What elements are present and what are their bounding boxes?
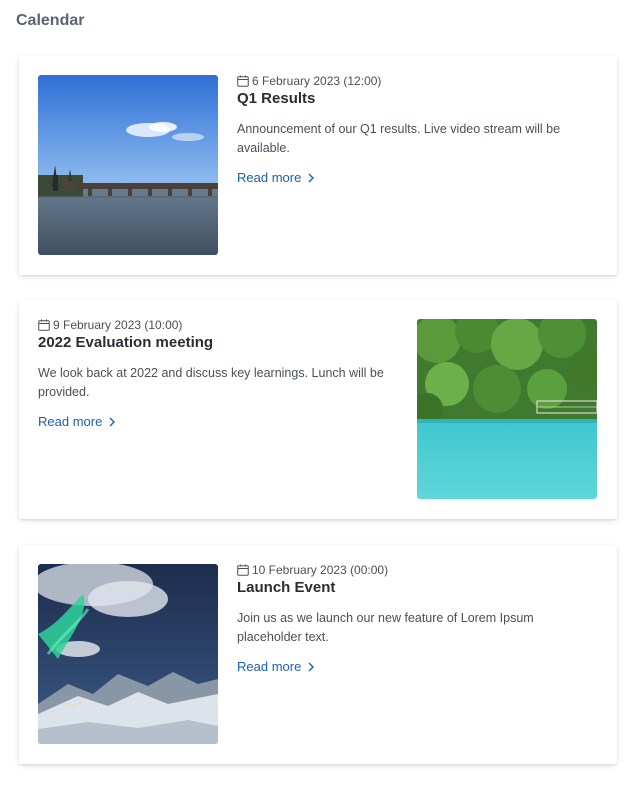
read-more-label: Read more [237,170,302,185]
read-more-label: Read more [38,414,103,429]
event-title: 2022 Evaluation meeting [38,334,214,351]
event-content: 6 February 2023 (12:00) Q1 Results Annou… [237,73,597,187]
event-date: 6 February 2023 (12:00) [237,73,597,89]
event-content: 10 February 2023 (00:00) Launch Event Jo… [237,562,597,676]
event-card: 9 February 2023 (10:00) 2022 Evaluation … [19,300,617,519]
event-image-aurora[interactable] [38,564,218,744]
read-more-link[interactable]: Read more [237,659,315,674]
calendar-icon [38,319,50,331]
event-card: 6 February 2023 (12:00) Q1 Results Annou… [19,56,617,275]
chevron-right-icon [108,416,116,428]
event-description: Announcement of our Q1 results. Live vid… [237,122,561,155]
event-title: Q1 Results [237,90,316,107]
event-content: 9 February 2023 (10:00) 2022 Evaluation … [38,317,398,431]
event-date-text: 6 February 2023 (12:00) [252,74,382,88]
page-title: Calendar [16,12,85,29]
event-image-lake[interactable] [417,319,597,499]
event-image-bridge[interactable] [38,75,218,255]
read-more-link[interactable]: Read more [237,170,315,185]
chevron-right-icon [307,661,315,673]
event-date-text: 10 February 2023 (00:00) [252,563,389,577]
event-date-text: 9 February 2023 (10:00) [53,318,183,332]
calendar-icon [237,75,249,87]
event-title: Launch Event [237,579,336,596]
event-date: 10 February 2023 (00:00) [237,562,597,578]
chevron-right-icon [307,172,315,184]
calendar-icon [237,564,249,576]
event-description: We look back at 2022 and discuss key lea… [38,366,384,399]
read-more-label: Read more [237,659,302,674]
event-description: Join us as we launch our new feature of … [237,611,534,644]
event-card: 10 February 2023 (00:00) Launch Event Jo… [19,545,617,764]
read-more-link[interactable]: Read more [38,414,116,429]
event-date: 9 February 2023 (10:00) [38,317,398,333]
